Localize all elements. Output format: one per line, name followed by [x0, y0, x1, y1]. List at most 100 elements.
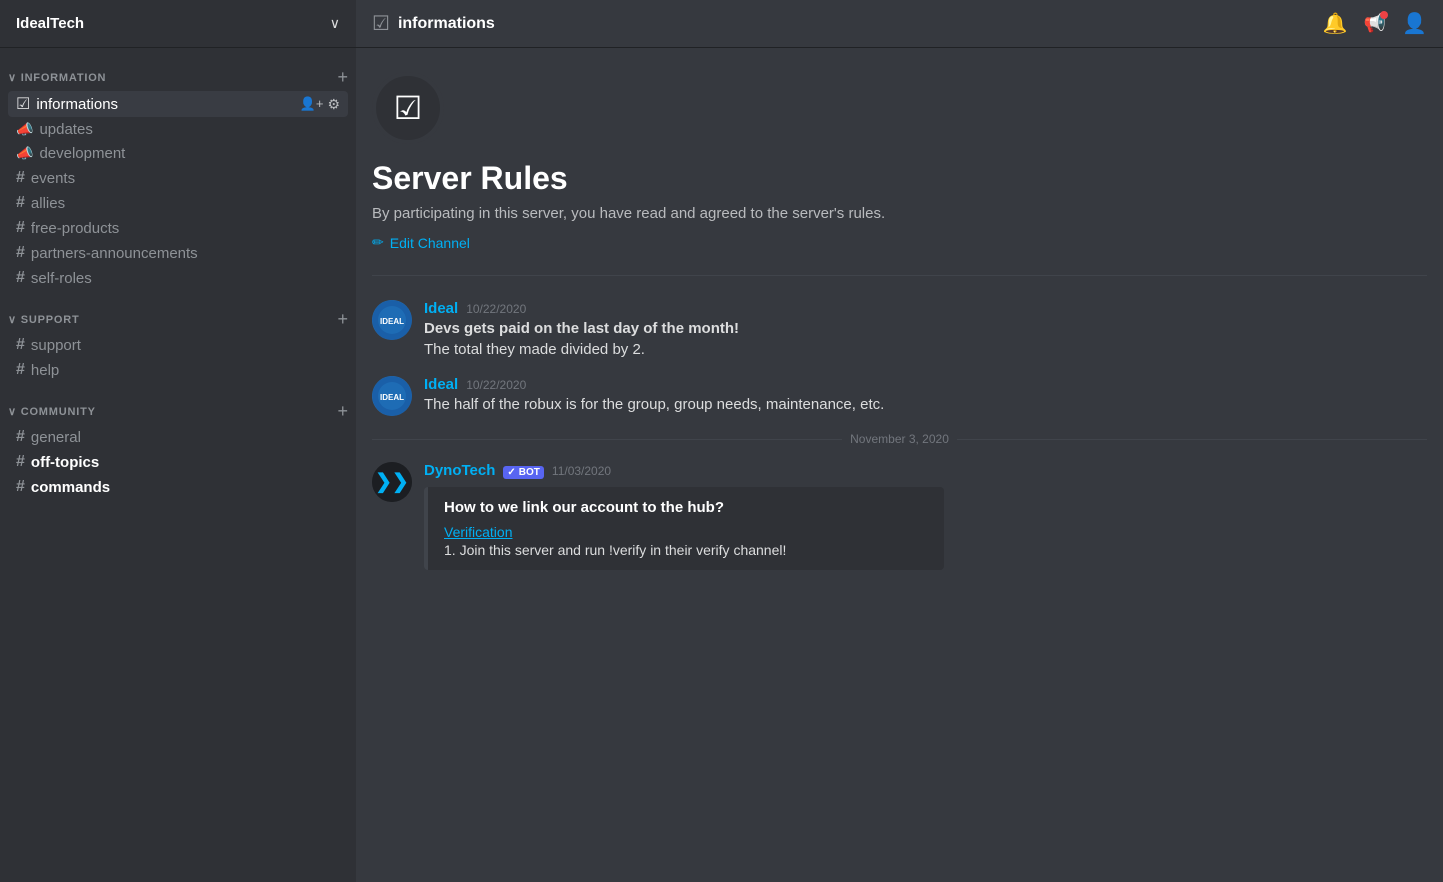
- hash-channel-icon: #: [16, 169, 25, 187]
- channel-name-general: general: [31, 429, 340, 446]
- message-header: Ideal 10/22/2020: [424, 300, 1427, 317]
- channel-name-updates: updates: [39, 121, 340, 138]
- section-support: ∨ SUPPORT + # support # help: [0, 294, 356, 382]
- channel-name-partners-announcements: partners-announcements: [31, 245, 340, 262]
- add-member-button[interactable]: 👤+: [300, 96, 324, 113]
- section-header-information[interactable]: ∨ INFORMATION +: [0, 52, 356, 90]
- bot-message-header: DynoTech✓ BOT11/03/2020: [424, 462, 1427, 479]
- topbar-channel-icon: ☑: [372, 11, 390, 36]
- channel-avatar: ☑: [372, 72, 444, 144]
- section-header-support[interactable]: ∨ SUPPORT +: [0, 294, 356, 332]
- section-add-information[interactable]: +: [337, 68, 348, 86]
- section-add-community[interactable]: +: [337, 402, 348, 420]
- embed-title: How to we link our account to the hub?: [444, 499, 928, 516]
- channel-active-actions: 👤+⚙: [300, 96, 340, 113]
- channel-name-help: help: [31, 362, 340, 379]
- svg-text:❯❯: ❯❯: [375, 471, 409, 494]
- server-name: IdealTech: [16, 15, 84, 32]
- message-text: Devs gets paid on the last day of the mo…: [424, 319, 1427, 340]
- channel-item-development[interactable]: 📣 development: [8, 142, 348, 165]
- channel-item-informations[interactable]: ☑informations👤+⚙: [8, 91, 348, 117]
- channel-name-support: support: [31, 337, 340, 354]
- hash-channel-icon: #: [16, 244, 25, 262]
- channel-item-self-roles[interactable]: #self-roles: [8, 266, 348, 290]
- date-separator: November 3, 2020: [372, 432, 1427, 446]
- hash-channel-icon: #: [16, 336, 25, 354]
- channel-item-off-topics[interactable]: # off-topics: [8, 450, 348, 474]
- edit-channel-button[interactable]: ✏ Edit Channel: [372, 234, 470, 251]
- channel-item-events[interactable]: # events: [8, 166, 348, 190]
- pencil-icon: ✏: [372, 234, 384, 251]
- channel-name-self-roles: self-roles: [31, 270, 340, 287]
- message-author[interactable]: Ideal: [424, 376, 458, 393]
- main-content: ☑ informations 🔔 📢 👤 ☑ Server Rules By p…: [356, 0, 1443, 882]
- hash-channel-icon: #: [16, 194, 25, 212]
- message-header: Ideal 10/22/2020: [424, 376, 1427, 393]
- bell-icon[interactable]: 🔔: [1323, 11, 1348, 36]
- channel-avatar-checkmark-icon: ☑: [394, 89, 423, 127]
- channel-name-off-topics: off-topics: [31, 454, 340, 471]
- channel-item-partners-announcements[interactable]: # partners-announcements: [8, 241, 348, 265]
- channel-item-free-products[interactable]: # free-products: [8, 216, 348, 240]
- message-text: The half of the robux is for the group, …: [424, 395, 1427, 416]
- gear-button[interactable]: ⚙: [327, 96, 340, 113]
- section-title-information: ∨ INFORMATION: [8, 71, 106, 84]
- person-icon[interactable]: 👤: [1402, 11, 1427, 36]
- hash-channel-icon: #: [16, 478, 25, 496]
- notification-dot: [1380, 11, 1388, 19]
- hash-channel-icon: #: [16, 361, 25, 379]
- section-header-community[interactable]: ∨ COMMUNITY +: [0, 386, 356, 424]
- message-group-msg2: IDEAL Ideal 10/22/2020 The half of the rob…: [372, 376, 1427, 416]
- hash-channel-icon: #: [16, 219, 25, 237]
- bot-author[interactable]: DynoTech: [424, 462, 495, 479]
- message-timestamp: 10/22/2020: [466, 378, 526, 392]
- section-community: ∨ COMMUNITY + #general # off-topics # commands: [0, 386, 356, 499]
- channel-header-description: By participating in this server, you hav…: [372, 205, 1427, 222]
- embed-link[interactable]: Verification: [444, 524, 928, 542]
- avatar: IDEAL: [372, 300, 412, 340]
- svg-text:IDEAL: IDEAL: [380, 317, 404, 326]
- topbar-left: ☑ informations: [372, 11, 495, 36]
- bot-timestamp: 11/03/2020: [552, 464, 611, 478]
- hash-channel-icon: #: [16, 453, 25, 471]
- channel-name-events: events: [31, 170, 340, 187]
- sidebar: IdealTech ∨ ∨ INFORMATION + ☑informations👤…: [0, 0, 356, 882]
- avatar: IDEAL: [372, 376, 412, 416]
- bell-icon-wrap: 🔔: [1323, 11, 1348, 36]
- channel-name-free-products: free-products: [31, 220, 340, 237]
- channel-item-help[interactable]: # help: [8, 358, 348, 382]
- separator-line-right: [957, 439, 1427, 440]
- person-icon-wrap: 👤: [1402, 11, 1427, 36]
- channel-item-updates[interactable]: 📣updates: [8, 118, 348, 141]
- channels-list: ∨ INFORMATION + ☑informations👤+⚙📣updates 📣 d…: [0, 48, 356, 500]
- message-text: The total they made divided by 2.: [424, 340, 1427, 361]
- message-group-msg1: IDEAL Ideal 10/22/2020 Devs gets paid on t…: [372, 300, 1427, 360]
- channel-item-general[interactable]: #general: [8, 425, 348, 449]
- channel-name-allies: allies: [31, 195, 340, 212]
- bot-message-content: DynoTech✓ BOT11/03/2020 How to we link ou…: [424, 462, 1427, 570]
- bot-message-group: ❯❯ DynoTech✓ BOT11/03/2020 How to we link…: [372, 462, 1427, 570]
- channel-name-commands: commands: [31, 479, 340, 496]
- edit-channel-label: Edit Channel: [390, 235, 470, 251]
- channel-item-commands[interactable]: # commands: [8, 475, 348, 499]
- channel-item-allies[interactable]: # allies: [8, 191, 348, 215]
- section-title-support: ∨ SUPPORT: [8, 313, 79, 326]
- channel-divider: [372, 275, 1427, 276]
- announce-channel-icon: 📣: [16, 145, 33, 162]
- server-header[interactable]: IdealTech ∨: [0, 0, 356, 48]
- section-title-community: ∨ COMMUNITY: [8, 405, 96, 418]
- channel-item-support[interactable]: # support: [8, 333, 348, 357]
- verification-link[interactable]: Verification: [444, 524, 512, 540]
- channel-name-development: development: [39, 145, 340, 162]
- server-chevron-icon: ∨: [330, 15, 340, 32]
- message-content: Ideal 10/22/2020 Devs gets paid on the las…: [424, 300, 1427, 360]
- separator-line-left: [372, 439, 842, 440]
- section-add-support[interactable]: +: [337, 310, 348, 328]
- svg-text:IDEAL: IDEAL: [380, 393, 404, 402]
- message-timestamp: 10/22/2020: [466, 302, 526, 316]
- topbar: ☑ informations 🔔 📢 👤: [356, 0, 1443, 48]
- embed-step-text: 1. Join this server and run !verify in t…: [444, 542, 928, 558]
- message-author[interactable]: Ideal: [424, 300, 458, 317]
- topbar-channel-name: informations: [398, 15, 495, 33]
- message-content: Ideal 10/22/2020 The half of the robux is …: [424, 376, 1427, 416]
